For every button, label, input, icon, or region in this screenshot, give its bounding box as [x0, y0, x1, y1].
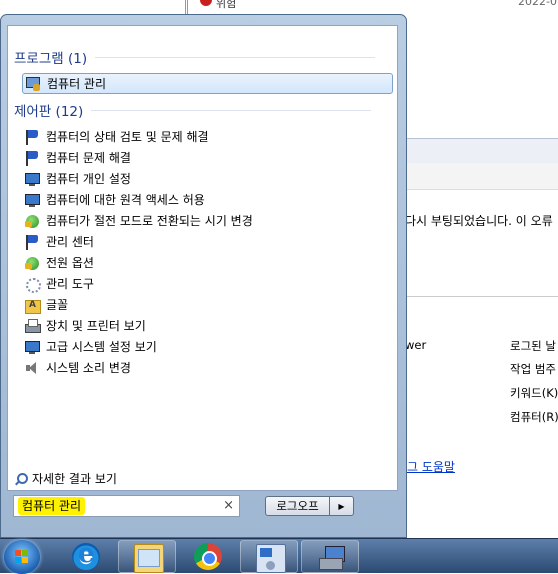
result-label: 컴퓨터가 절전 모드로 전환되는 시기 변경	[46, 214, 253, 228]
control-panel-icon	[256, 544, 286, 573]
event-list-row[interactable]: 위험 2022-0	[185, 0, 558, 14]
action-center-flag-icon	[24, 150, 40, 166]
result-label: 컴퓨터의 상태 검토 및 문제 해결	[46, 130, 209, 144]
result-label: 컴퓨터 문제 해결	[46, 151, 131, 165]
event-date: 2022-0	[518, 0, 557, 8]
event-detail-header	[395, 138, 558, 164]
internet-explorer-icon	[72, 539, 100, 570]
group-divider	[91, 109, 372, 111]
result-system-sounds[interactable]: 시스템 소리 변경	[22, 357, 131, 378]
event-detail-tab[interactable]	[395, 163, 558, 190]
result-label: 전원 옵션	[46, 256, 94, 270]
search-icon	[14, 472, 28, 486]
start-menu: 프로그램 (1) 컴퓨터 관리 제어판 (12) 컴퓨터의 상태 검토 및 문제…	[0, 14, 407, 538]
taskbar-computer-management[interactable]	[301, 540, 359, 573]
system-monitor-icon	[24, 339, 40, 355]
result-fonts[interactable]: 글꼴	[22, 294, 68, 315]
prop-keywords-label: 키워드(K)	[510, 386, 558, 400]
result-review-status[interactable]: 컴퓨터의 상태 검토 및 문제 해결	[22, 126, 209, 147]
prop-category-label: 작업 범주	[510, 362, 556, 376]
taskbar-control-panel[interactable]	[240, 540, 298, 573]
action-center-flag-icon	[24, 129, 40, 145]
group-header-label: 프로그램 (1)	[14, 51, 88, 67]
personalization-monitor-icon	[24, 171, 40, 187]
prop-source-label: wer	[405, 338, 427, 352]
search-input-value: 컴퓨터 관리	[18, 497, 86, 515]
event-message: 다시 부팅되었습니다. 이 오류	[405, 214, 553, 228]
search-input[interactable]: 컴퓨터 관리 ×	[13, 495, 240, 517]
power-options-icon	[24, 213, 40, 229]
result-personalize[interactable]: 컴퓨터 개인 설정	[22, 168, 131, 189]
printer-icon	[24, 318, 41, 334]
windows-explorer-icon	[134, 544, 164, 573]
taskbar-internet-explorer[interactable]	[57, 539, 115, 573]
speaker-icon	[24, 360, 40, 376]
chevron-right-icon: ▶	[338, 501, 345, 511]
clear-search-icon[interactable]: ×	[223, 498, 234, 513]
prop-logged-label: 로그된 날	[510, 339, 556, 353]
logoff-label: 로그오프	[276, 499, 319, 513]
power-options-icon	[24, 255, 40, 271]
start-button[interactable]	[4, 540, 40, 574]
result-label: 컴퓨터 개인 설정	[46, 172, 131, 186]
taskbar	[0, 538, 558, 574]
taskbar-windows-explorer[interactable]	[118, 540, 176, 573]
result-label: 장치 및 프린터 보기	[46, 319, 146, 333]
search-results-pane: 프로그램 (1) 컴퓨터 관리 제어판 (12) 컴퓨터의 상태 검토 및 문제…	[7, 25, 398, 491]
result-label: 글꼴	[46, 298, 69, 312]
admin-tools-gear-icon	[24, 276, 41, 293]
result-label: 컴퓨터 관리	[47, 77, 107, 91]
result-remote-access[interactable]: 컴퓨터에 대한 원격 액세스 허용	[22, 189, 205, 210]
fonts-folder-icon	[24, 297, 41, 314]
taskbar-chrome[interactable]	[179, 540, 237, 573]
result-label: 시스템 소리 변경	[46, 361, 131, 375]
help-link[interactable]: 그 도움말	[407, 458, 455, 475]
detail-divider	[395, 296, 558, 297]
computer-management-icon	[317, 544, 345, 571]
prop-computer-label: 컴퓨터(R)	[510, 410, 558, 424]
result-admin-tools[interactable]: 관리 도구	[22, 273, 94, 294]
logoff-button[interactable]: 로그오프	[265, 496, 330, 516]
error-icon	[200, 0, 212, 6]
see-more-results-label: 자세한 결과 보기	[32, 472, 117, 486]
result-advanced-system[interactable]: 고급 시스템 설정 보기	[22, 336, 157, 357]
result-devices-printers[interactable]: 장치 및 프린터 보기	[22, 315, 146, 336]
shutdown-options-button[interactable]: ▶	[330, 496, 354, 516]
result-label: 관리 도구	[46, 277, 94, 291]
result-sleep-settings[interactable]: 컴퓨터가 절전 모드로 전환되는 시기 변경	[22, 210, 253, 231]
result-label: 관리 센터	[46, 235, 94, 249]
result-label: 고급 시스템 설정 보기	[46, 340, 157, 354]
result-power-options[interactable]: 전원 옵션	[22, 252, 94, 273]
group-header-control-panel: 제어판 (12)	[14, 100, 372, 120]
result-troubleshoot[interactable]: 컴퓨터 문제 해결	[22, 147, 131, 168]
action-center-flag-icon	[24, 234, 40, 250]
result-action-center[interactable]: 관리 센터	[22, 231, 94, 252]
computer-management-icon	[25, 76, 41, 92]
system-monitor-icon	[24, 192, 40, 208]
group-header-label: 제어판 (12)	[14, 104, 84, 120]
group-header-programs: 프로그램 (1)	[14, 47, 376, 67]
event-level: 위험	[216, 0, 237, 10]
group-divider	[95, 56, 376, 58]
see-more-results-link[interactable]: 자세한 결과 보기	[14, 470, 117, 487]
result-computer-management[interactable]: 컴퓨터 관리	[22, 73, 393, 94]
result-label: 컴퓨터에 대한 원격 액세스 허용	[46, 193, 205, 207]
chrome-icon	[194, 543, 222, 570]
